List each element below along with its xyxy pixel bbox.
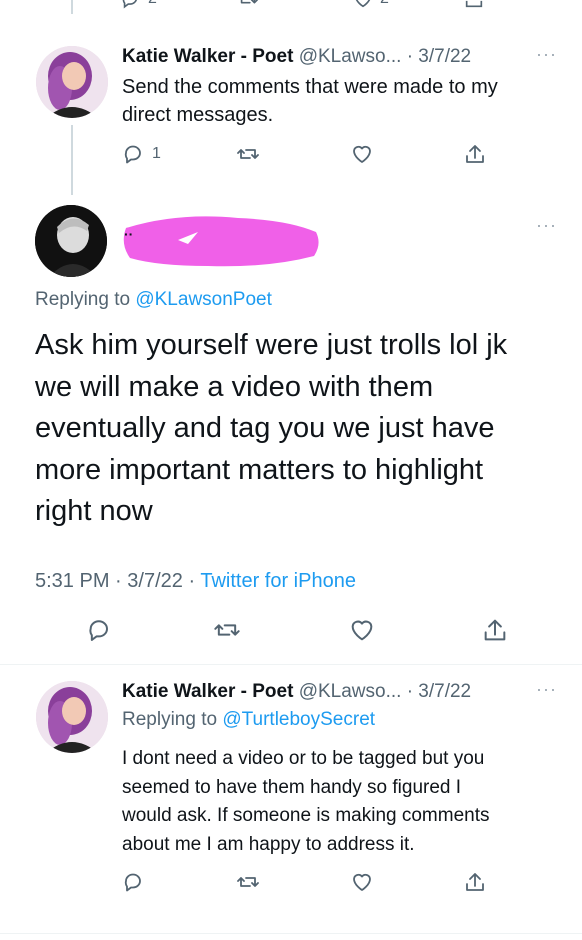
like-icon (355, 0, 371, 8)
retweet-icon (240, 0, 258, 4)
display-name[interactable]: Katie Walker - Poet (122, 46, 293, 67)
share-icon (484, 619, 506, 641)
redaction-scribble (123, 216, 319, 267)
divider (0, 933, 582, 934)
tweet1-line: Send the comments that were made to my (122, 76, 498, 98)
avatar-photo (36, 46, 108, 118)
tweet2-line: right now (35, 495, 153, 527)
top-reply-count: 2 (148, 0, 157, 8)
replying-to-handle[interactable]: @TurtleboySecret (222, 709, 375, 730)
top-reply-action[interactable]: 2 (120, 0, 157, 10)
tweet3-line: seemed to have them handy so figured I (122, 776, 462, 798)
tweet3-text: I dont need a video or to be tagged but … (122, 745, 490, 859)
avatar[interactable] (36, 681, 108, 753)
tweet-date[interactable]: 3/7/22 (418, 46, 471, 67)
tweet1-like-action[interactable] (350, 142, 374, 166)
tweet1-reply-action[interactable]: 1 (122, 142, 161, 166)
tweet3-header: Katie Walker - Poet @KLawso... · 3/7/22 (122, 681, 471, 703)
thread-line-1 (71, 125, 73, 195)
top-like-count: 2 (380, 0, 389, 8)
tweet1-share-action[interactable] (463, 142, 487, 166)
tweet-date[interactable]: 3/7/22 (127, 570, 183, 592)
tweet-time[interactable]: 5:31 PM (35, 570, 109, 592)
separator: · (188, 570, 196, 592)
tweet2-line: Ask him yourself were just trolls lol jk (35, 329, 508, 361)
retweet-icon (214, 624, 240, 636)
tweet-source[interactable]: Twitter for iPhone (200, 570, 356, 592)
replying-to: Replying to @KLawsonPoet (35, 289, 272, 311)
tweet2-line: eventually and tag you we just have (35, 412, 495, 444)
reply-icon (124, 873, 141, 892)
tweet2-line: we will make a video with them (35, 370, 434, 403)
tweet3-line: I dont need a video or to be tagged but … (122, 748, 485, 769)
tweet1-line: direct messages. (122, 104, 274, 126)
top-retweet-action[interactable] (236, 0, 260, 10)
retweet-icon (237, 149, 259, 159)
share-icon (465, 0, 483, 8)
tweet3-line: about me I am happy to address it. (122, 833, 415, 855)
reply-icon (124, 145, 141, 164)
more-icon[interactable]: ··· (536, 215, 557, 236)
tweet-date[interactable]: 3/7/22 (418, 681, 471, 702)
more-icon[interactable]: ··· (536, 44, 557, 65)
handle[interactable]: @KLawso... (299, 46, 402, 67)
avatar[interactable] (35, 205, 107, 277)
thread-line-top (71, 0, 73, 14)
tweet2-line: more important matters to highlight (35, 453, 484, 486)
share-icon (466, 145, 484, 163)
like-icon (351, 620, 373, 641)
top-like-action[interactable]: 2 (352, 0, 389, 10)
handle[interactable]: @KLawso... (299, 681, 402, 702)
redacted-name-dots: ·· (124, 226, 134, 242)
replying-to-label: Replying to (122, 709, 218, 730)
tweet2-text: Ask him yourself were just trolls lol jk… (35, 325, 555, 533)
divider (0, 664, 582, 665)
replying-to-handle[interactable]: @KLawsonPoet (135, 289, 272, 310)
tweet3-share-action[interactable] (463, 870, 487, 894)
retweet-icon (237, 877, 259, 887)
tweet2-reply-action[interactable] (86, 616, 114, 644)
tweet1-text: Send the comments that were made to my d… (122, 73, 498, 129)
separator: · (115, 570, 122, 592)
like-icon (353, 145, 371, 163)
more-icon[interactable]: ··· (536, 679, 557, 700)
tweet2-meta: 5:31 PM · 3/7/22 · Twitter for iPhone (35, 570, 356, 593)
tweet1-retweet-action[interactable] (235, 142, 261, 166)
tweet2-like-action[interactable] (348, 616, 376, 644)
tweet2-share-action[interactable] (481, 616, 509, 644)
reply-icon (89, 620, 108, 641)
tweet3-line: would ask. If someone is making comments (122, 805, 490, 826)
replying-to-label: Replying to (35, 289, 131, 310)
tweet3-like-action[interactable] (350, 870, 374, 894)
tweet2-retweet-action[interactable] (212, 616, 242, 644)
display-name[interactable]: Katie Walker - Poet (122, 681, 293, 702)
separator: · (406, 46, 414, 67)
reply-icon (122, 0, 138, 9)
tweet3-reply-action[interactable] (122, 870, 146, 894)
replying-to: Replying to @TurtleboySecret (122, 709, 375, 731)
top-share-action[interactable] (463, 0, 485, 10)
tweet1-reply-count: 1 (152, 145, 161, 162)
separator: · (406, 681, 414, 702)
tweet1-header: Katie Walker - Poet @KLawso... · 3/7/22 (122, 46, 471, 68)
avatar-photo (36, 681, 108, 753)
avatar-photo (35, 205, 107, 277)
avatar[interactable] (36, 46, 108, 118)
share-icon (466, 873, 484, 891)
like-icon (353, 873, 371, 891)
tweet3-retweet-action[interactable] (235, 870, 261, 894)
